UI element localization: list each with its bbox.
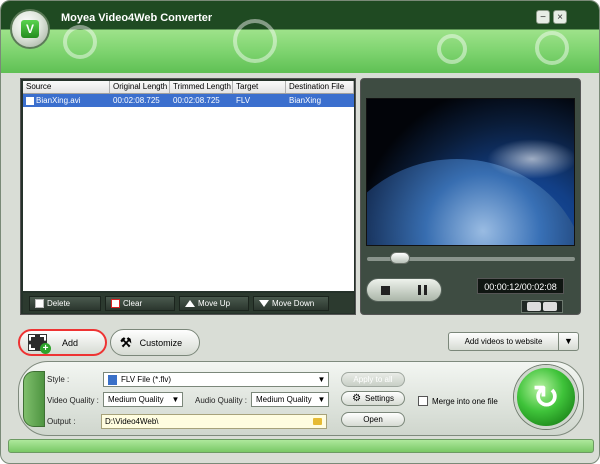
film-reel-decoration [437,34,467,64]
up-arrow-icon [185,299,195,307]
style-label: Style : [47,375,70,384]
down-arrow-icon [259,299,269,307]
source-filename: BianXing.avi [36,96,81,105]
move-down-label: Move Down [272,298,315,308]
audio-quality-value: Medium Quality [256,395,312,404]
stop-icon [381,285,390,295]
refresh-arrow-icon: ↻ [532,379,560,415]
settings-button[interactable]: ⚙ Settings [341,391,405,406]
clear-button[interactable]: Clear [105,295,175,311]
column-header-original-length[interactable]: Original Length [110,81,170,93]
audio-quality-select[interactable]: Medium Quality ▼ [251,392,329,407]
cell-target: FLV [236,96,251,105]
chevron-down-icon[interactable]: ▼ [558,333,578,350]
video-file-icon [26,96,34,105]
cell-trimmed-length: 00:02:08.725 [173,96,220,105]
tools-icon: ⚒ [120,334,132,350]
chevron-down-icon[interactable]: ▼ [169,393,182,406]
customize-label: Customize [139,337,183,348]
window-controls: − × [536,10,584,26]
folder-icon[interactable] [543,302,557,311]
camera-icon[interactable] [527,302,541,311]
gear-icon: ⚙ [352,393,362,404]
close-button[interactable]: × [553,10,567,24]
film-reel-decoration [535,31,569,65]
merge-label: Merge into one file [432,396,498,406]
output-path-field[interactable]: D:\Video4Web\ [101,414,327,429]
add-film-icon [28,334,51,354]
file-list-panel: Source Original Length Trimmed Length Ta… [20,78,356,315]
table-row[interactable]: BianXing.avi 00:02:08.725 00:02:08.725 F… [23,94,354,107]
move-up-button[interactable]: Move Up [179,295,249,311]
video-quality-select[interactable]: Medium Quality ▼ [103,392,183,407]
time-display: 00:00:12/00:02:08 [477,278,564,294]
convert-button[interactable]: ↻ [514,365,578,429]
video-quality-value: Medium Quality [108,395,164,404]
list-toolbar: Delete Clear Move Up Move Down [23,293,354,313]
clear-label: Clear [123,298,143,308]
move-up-label: Move Up [198,298,231,308]
snapshot-controls [521,300,563,313]
film-reel-decoration [233,19,277,63]
seek-bar[interactable] [367,252,575,264]
delete-button[interactable]: Delete [29,295,101,311]
seek-knob[interactable] [390,252,410,264]
title-bar: V Moyea Video4Web Converter − × [1,1,599,73]
settings-label: Settings [365,394,394,403]
column-header-trimmed-length[interactable]: Trimmed Length [170,81,233,93]
stop-button[interactable] [367,279,404,301]
merge-checkbox[interactable] [418,396,428,406]
chevron-down-icon[interactable]: ▼ [315,393,328,406]
column-header-target[interactable]: Target [233,81,286,93]
preview-panel: 00:00:12/00:02:08 [360,78,581,315]
app-logo[interactable]: V [10,9,50,49]
website-label: Add videos to website [464,337,543,346]
settings-panel: Style : FLV File (*.flv) ▼ Video Quality … [18,361,584,436]
logo-letter: V [21,20,39,38]
window-title: Moyea Video4Web Converter [61,12,213,24]
pause-button[interactable] [404,279,441,301]
folder-icon[interactable] [313,418,322,425]
chevron-down-icon[interactable]: ▼ [315,373,328,386]
sun-glow [487,139,574,179]
cell-source: BianXing.avi [23,94,110,107]
cell-destination: BianXing [289,96,322,105]
panel-toggle-tab[interactable] [23,371,45,427]
clear-icon [111,298,120,308]
app-window: V Moyea Video4Web Converter − × Source O… [0,0,600,464]
column-header-source[interactable]: Source [23,81,110,93]
delete-label: Delete [47,298,71,308]
minimize-button[interactable]: − [536,10,550,24]
flv-file-icon [108,374,117,385]
file-table: Source Original Length Trimmed Length Ta… [23,81,354,291]
output-label: Output : [47,417,76,426]
open-button[interactable]: Open [341,412,405,427]
playback-controls [366,278,442,302]
move-down-button[interactable]: Move Down [253,295,329,311]
style-value: FLV File (*.flv) [121,375,172,384]
table-header: Source Original Length Trimmed Length Ta… [23,81,354,94]
customize-button[interactable]: ⚒ Customize [110,329,200,356]
cell-original-length: 00:02:08.725 [113,96,160,105]
output-path-value: D:\Video4Web\ [105,417,159,426]
add-videos-to-website-dropdown[interactable]: Add videos to website ▼ [448,332,579,351]
video-preview [366,98,575,246]
merge-option[interactable]: Merge into one file [418,396,498,406]
pause-icon [418,285,427,295]
status-bar [8,439,594,453]
style-select[interactable]: FLV File (*.flv) ▼ [103,372,329,387]
video-quality-label: Video Quality : [47,396,99,405]
add-button[interactable]: Add [18,329,107,356]
apply-to-all-button[interactable]: Apply to all [341,372,405,387]
add-label: Add [62,337,79,348]
delete-icon [35,298,44,308]
column-header-destination-file[interactable]: Destination File [286,81,354,93]
audio-quality-label: Audio Quality : [195,396,248,405]
film-reel-decoration [63,25,97,59]
